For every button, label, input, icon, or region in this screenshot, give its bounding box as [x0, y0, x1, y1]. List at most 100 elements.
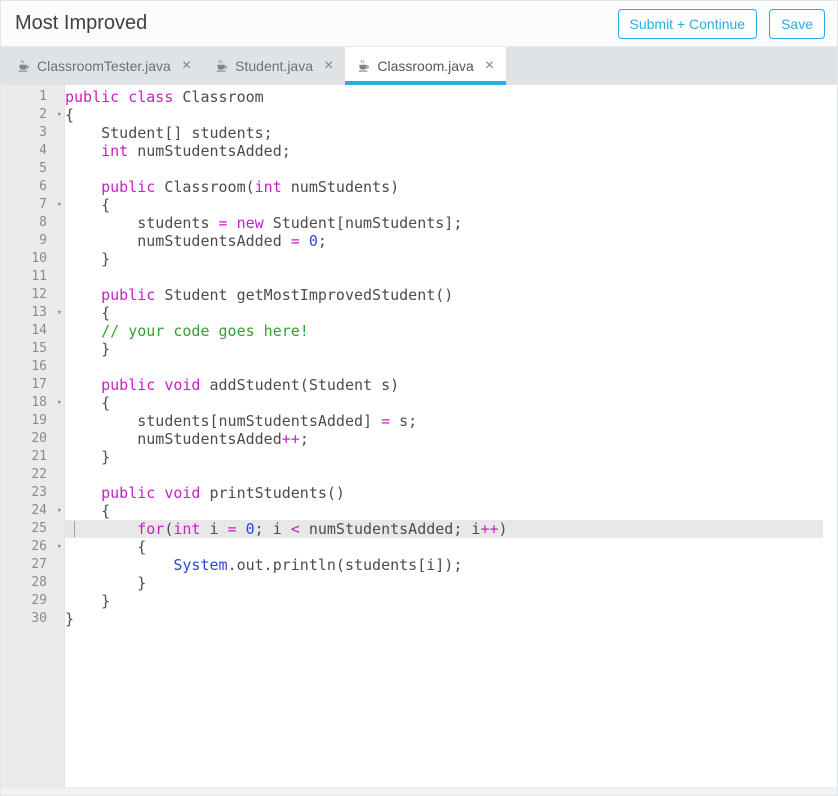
code-line[interactable]: 30} — [1, 610, 837, 628]
code-line-text[interactable]: } — [65, 592, 823, 610]
code-line[interactable]: 23 public void printStudents() — [1, 484, 837, 502]
code-line[interactable]: 12 public Student getMostImprovedStudent… — [1, 286, 837, 304]
code-line-text[interactable]: { — [65, 538, 823, 556]
line-number: 21 — [1, 448, 65, 466]
line-number: 1 — [1, 88, 65, 106]
horizontal-scrollbar-track — [1, 787, 837, 795]
code-line[interactable]: 1public class Classroom — [1, 88, 837, 106]
code-line-text[interactable] — [65, 268, 823, 286]
line-number: 6 — [1, 178, 65, 196]
line-number: 17 — [1, 376, 65, 394]
fold-toggle-icon[interactable]: ▾ — [57, 502, 62, 520]
code-line-text[interactable]: } — [65, 340, 823, 358]
code-line-text[interactable]: public void addStudent(Student s) — [65, 376, 823, 394]
line-number: 12 — [1, 286, 65, 304]
code-line[interactable]: 26▾ { — [1, 538, 837, 556]
code-line-text[interactable]: { — [65, 106, 823, 124]
code-line-text[interactable]: public void printStudents() — [65, 484, 823, 502]
line-number: 25 — [1, 520, 65, 538]
code-line-text[interactable]: { — [65, 304, 823, 322]
code-line-text[interactable]: numStudentsAdded++; — [65, 430, 823, 448]
fold-toggle-icon[interactable]: ▾ — [57, 106, 62, 124]
line-number: 23 — [1, 484, 65, 502]
code-line-text[interactable]: { — [65, 394, 823, 412]
line-number: 5 — [1, 160, 65, 178]
code-line-text[interactable]: public Classroom(int numStudents) — [65, 178, 823, 196]
java-file-icon — [17, 59, 30, 73]
code-line[interactable]: 25 for(int i = 0; i < numStudentsAdded; … — [1, 520, 837, 538]
line-number: 13▾ — [1, 304, 65, 322]
code-line[interactable]: 20 numStudentsAdded++; — [1, 430, 837, 448]
fold-toggle-icon[interactable]: ▾ — [57, 394, 62, 412]
code-line[interactable]: 15 } — [1, 340, 837, 358]
java-file-icon — [357, 59, 370, 73]
header: Most Improved Submit + Continue Save — [1, 1, 837, 47]
code-line-text[interactable]: Student[] students; — [65, 124, 823, 142]
code-line[interactable]: 14 // your code goes here! — [1, 322, 837, 340]
code-line[interactable]: 10 } — [1, 250, 837, 268]
code-line-text[interactable]: { — [65, 196, 823, 214]
tab-close-icon[interactable]: × — [182, 58, 191, 74]
line-number: 9 — [1, 232, 65, 250]
code-line[interactable]: 9 numStudentsAdded = 0; — [1, 232, 837, 250]
code-line[interactable]: 13▾ { — [1, 304, 837, 322]
code-line-text[interactable]: { — [65, 502, 823, 520]
code-line[interactable]: 17 public void addStudent(Student s) — [1, 376, 837, 394]
code-line[interactable]: 5 — [1, 160, 837, 178]
code-line-text[interactable]: int numStudentsAdded; — [65, 142, 823, 160]
code-line-text[interactable] — [65, 160, 823, 178]
page-title: Most Improved — [15, 12, 606, 35]
line-number: 16 — [1, 358, 65, 376]
code-line[interactable]: 28 } — [1, 574, 837, 592]
tab-classroomtester-java[interactable]: ClassroomTester.java × — [5, 47, 203, 85]
line-number: 26▾ — [1, 538, 65, 556]
save-button[interactable]: Save — [769, 9, 825, 39]
code-line[interactable]: 19 students[numStudentsAdded] = s; — [1, 412, 837, 430]
code-line[interactable]: 11 — [1, 268, 837, 286]
fold-toggle-icon[interactable]: ▾ — [57, 538, 62, 556]
code-line[interactable]: 2▾{ — [1, 106, 837, 124]
fold-toggle-icon[interactable]: ▾ — [57, 304, 62, 322]
app: Most Improved Submit + Continue Save Cla… — [0, 0, 838, 796]
code-line[interactable]: 4 int numStudentsAdded; — [1, 142, 837, 160]
tab-student-java[interactable]: Student.java× — [203, 47, 345, 85]
code-line[interactable]: 29 } — [1, 592, 837, 610]
code-line[interactable]: 6 public Classroom(int numStudents) — [1, 178, 837, 196]
code-line[interactable]: 8 students = new Student[numStudents]; — [1, 214, 837, 232]
code-line[interactable]: 7▾ { — [1, 196, 837, 214]
fold-toggle-icon[interactable]: ▾ — [57, 196, 62, 214]
code-line[interactable]: 21 } — [1, 448, 837, 466]
tab-label: ClassroomTester.java — [37, 59, 171, 73]
line-number: 29 — [1, 592, 65, 610]
code-line-text[interactable]: System.out.println(students[i]); — [65, 556, 823, 574]
java-file-icon — [215, 59, 228, 73]
code-line-text[interactable]: public Student getMostImprovedStudent() — [65, 286, 823, 304]
code-line-text[interactable]: students[numStudentsAdded] = s; — [65, 412, 823, 430]
code-line-text[interactable]: } — [65, 448, 823, 466]
code-line-text[interactable]: for(int i = 0; i < numStudentsAdded; i++… — [65, 520, 823, 538]
code-line[interactable]: 27 System.out.println(students[i]); — [1, 556, 837, 574]
code-line[interactable]: 22 — [1, 466, 837, 484]
line-number: 24▾ — [1, 502, 65, 520]
submit-continue-button[interactable]: Submit + Continue — [618, 9, 758, 39]
code-line-text[interactable]: // your code goes here! — [65, 322, 823, 340]
code-line-text[interactable] — [65, 358, 823, 376]
code-line-text[interactable]: } — [65, 610, 823, 628]
code-line-text[interactable]: public class Classroom — [65, 88, 823, 106]
code-line-text[interactable]: numStudentsAdded = 0; — [65, 232, 823, 250]
code-line-text[interactable]: } — [65, 250, 823, 268]
line-number: 3 — [1, 124, 65, 142]
code-editor[interactable]: 1public class Classroom2▾{3 Student[] st… — [1, 85, 837, 787]
tab-close-icon[interactable]: × — [485, 58, 494, 74]
code-line[interactable]: 16 — [1, 358, 837, 376]
code-line-text[interactable]: students = new Student[numStudents]; — [65, 214, 823, 232]
code-line[interactable]: 24▾ { — [1, 502, 837, 520]
code-line[interactable]: 18▾ { — [1, 394, 837, 412]
line-number: 22 — [1, 466, 65, 484]
tab-bar: ClassroomTester.java×Student.java×Classr… — [1, 47, 837, 85]
code-line-text[interactable]: } — [65, 574, 823, 592]
tab-close-icon[interactable]: × — [324, 58, 333, 74]
code-line[interactable]: 3 Student[] students; — [1, 124, 837, 142]
code-line-text[interactable] — [65, 466, 823, 484]
tab-classroom-java[interactable]: Classroom.java× — [345, 47, 506, 85]
